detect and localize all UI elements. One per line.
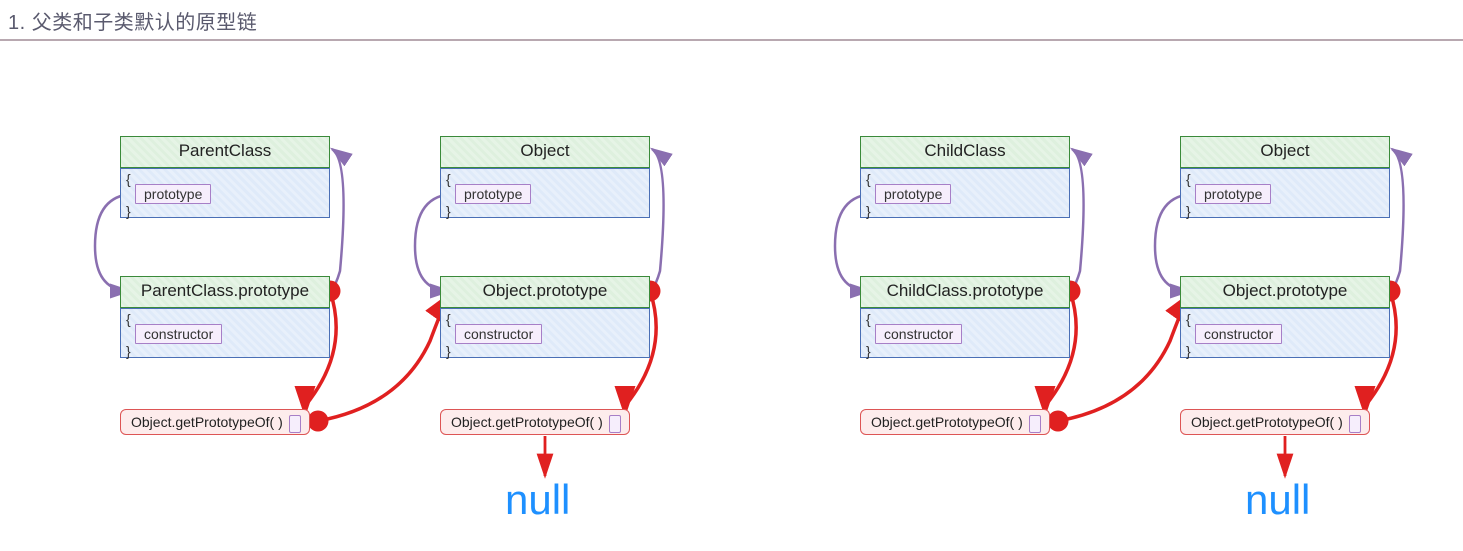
prototype-prop: prototype (135, 184, 211, 204)
proto-title: ChildClass.prototype (860, 276, 1070, 308)
get-prototype-of-pill: Object.getPrototypeOf( ) (1180, 409, 1370, 435)
diagram-stage: ParentClass { prototype } ParentClass.pr… (0, 41, 1463, 551)
get-prototype-of-pill: Object.getPrototypeOf( ) (440, 409, 630, 435)
brace-open: { (126, 172, 131, 186)
null-text: null (1245, 476, 1310, 524)
brace-close: } (1186, 204, 1191, 218)
brace-open: { (1186, 312, 1191, 326)
heading: 1. 父类和子类默认的原型链 (0, 0, 1463, 41)
constructor-prop: constructor (875, 324, 962, 344)
proto-title: Object.prototype (1180, 276, 1390, 308)
pill-arg-slot (289, 415, 301, 433)
constructor-prop: constructor (1195, 324, 1282, 344)
pill-label: Object.getPrototypeOf( ) (131, 414, 283, 430)
brace-open: { (866, 172, 871, 186)
brace-close: } (446, 344, 451, 358)
pill-label: Object.getPrototypeOf( ) (1191, 414, 1343, 430)
brace-open: { (866, 312, 871, 326)
brace-close: } (866, 344, 871, 358)
pill-arg-slot (1349, 415, 1361, 433)
proto-title: ParentClass.prototype (120, 276, 330, 308)
class-title: Object (440, 136, 650, 168)
class-title: Object (1180, 136, 1390, 168)
null-text: null (505, 476, 570, 524)
prototype-prop: prototype (875, 184, 951, 204)
brace-close: } (866, 204, 871, 218)
brace-close: } (1186, 344, 1191, 358)
class-title: ChildClass (860, 136, 1070, 168)
get-prototype-of-pill: Object.getPrototypeOf( ) (860, 409, 1050, 435)
constructor-prop: constructor (135, 324, 222, 344)
brace-open: { (126, 312, 131, 326)
get-prototype-of-pill: Object.getPrototypeOf( ) (120, 409, 310, 435)
proto-title: Object.prototype (440, 276, 650, 308)
brace-close: } (446, 204, 451, 218)
brace-open: { (446, 312, 451, 326)
prototype-prop: prototype (455, 184, 531, 204)
brace-close: } (126, 204, 131, 218)
class-title: ParentClass (120, 136, 330, 168)
pill-label: Object.getPrototypeOf( ) (451, 414, 603, 430)
brace-open: { (446, 172, 451, 186)
brace-close: } (126, 344, 131, 358)
pill-label: Object.getPrototypeOf( ) (871, 414, 1023, 430)
pill-arg-slot (609, 415, 621, 433)
prototype-prop: prototype (1195, 184, 1271, 204)
constructor-prop: constructor (455, 324, 542, 344)
pill-arg-slot (1029, 415, 1041, 433)
brace-open: { (1186, 172, 1191, 186)
